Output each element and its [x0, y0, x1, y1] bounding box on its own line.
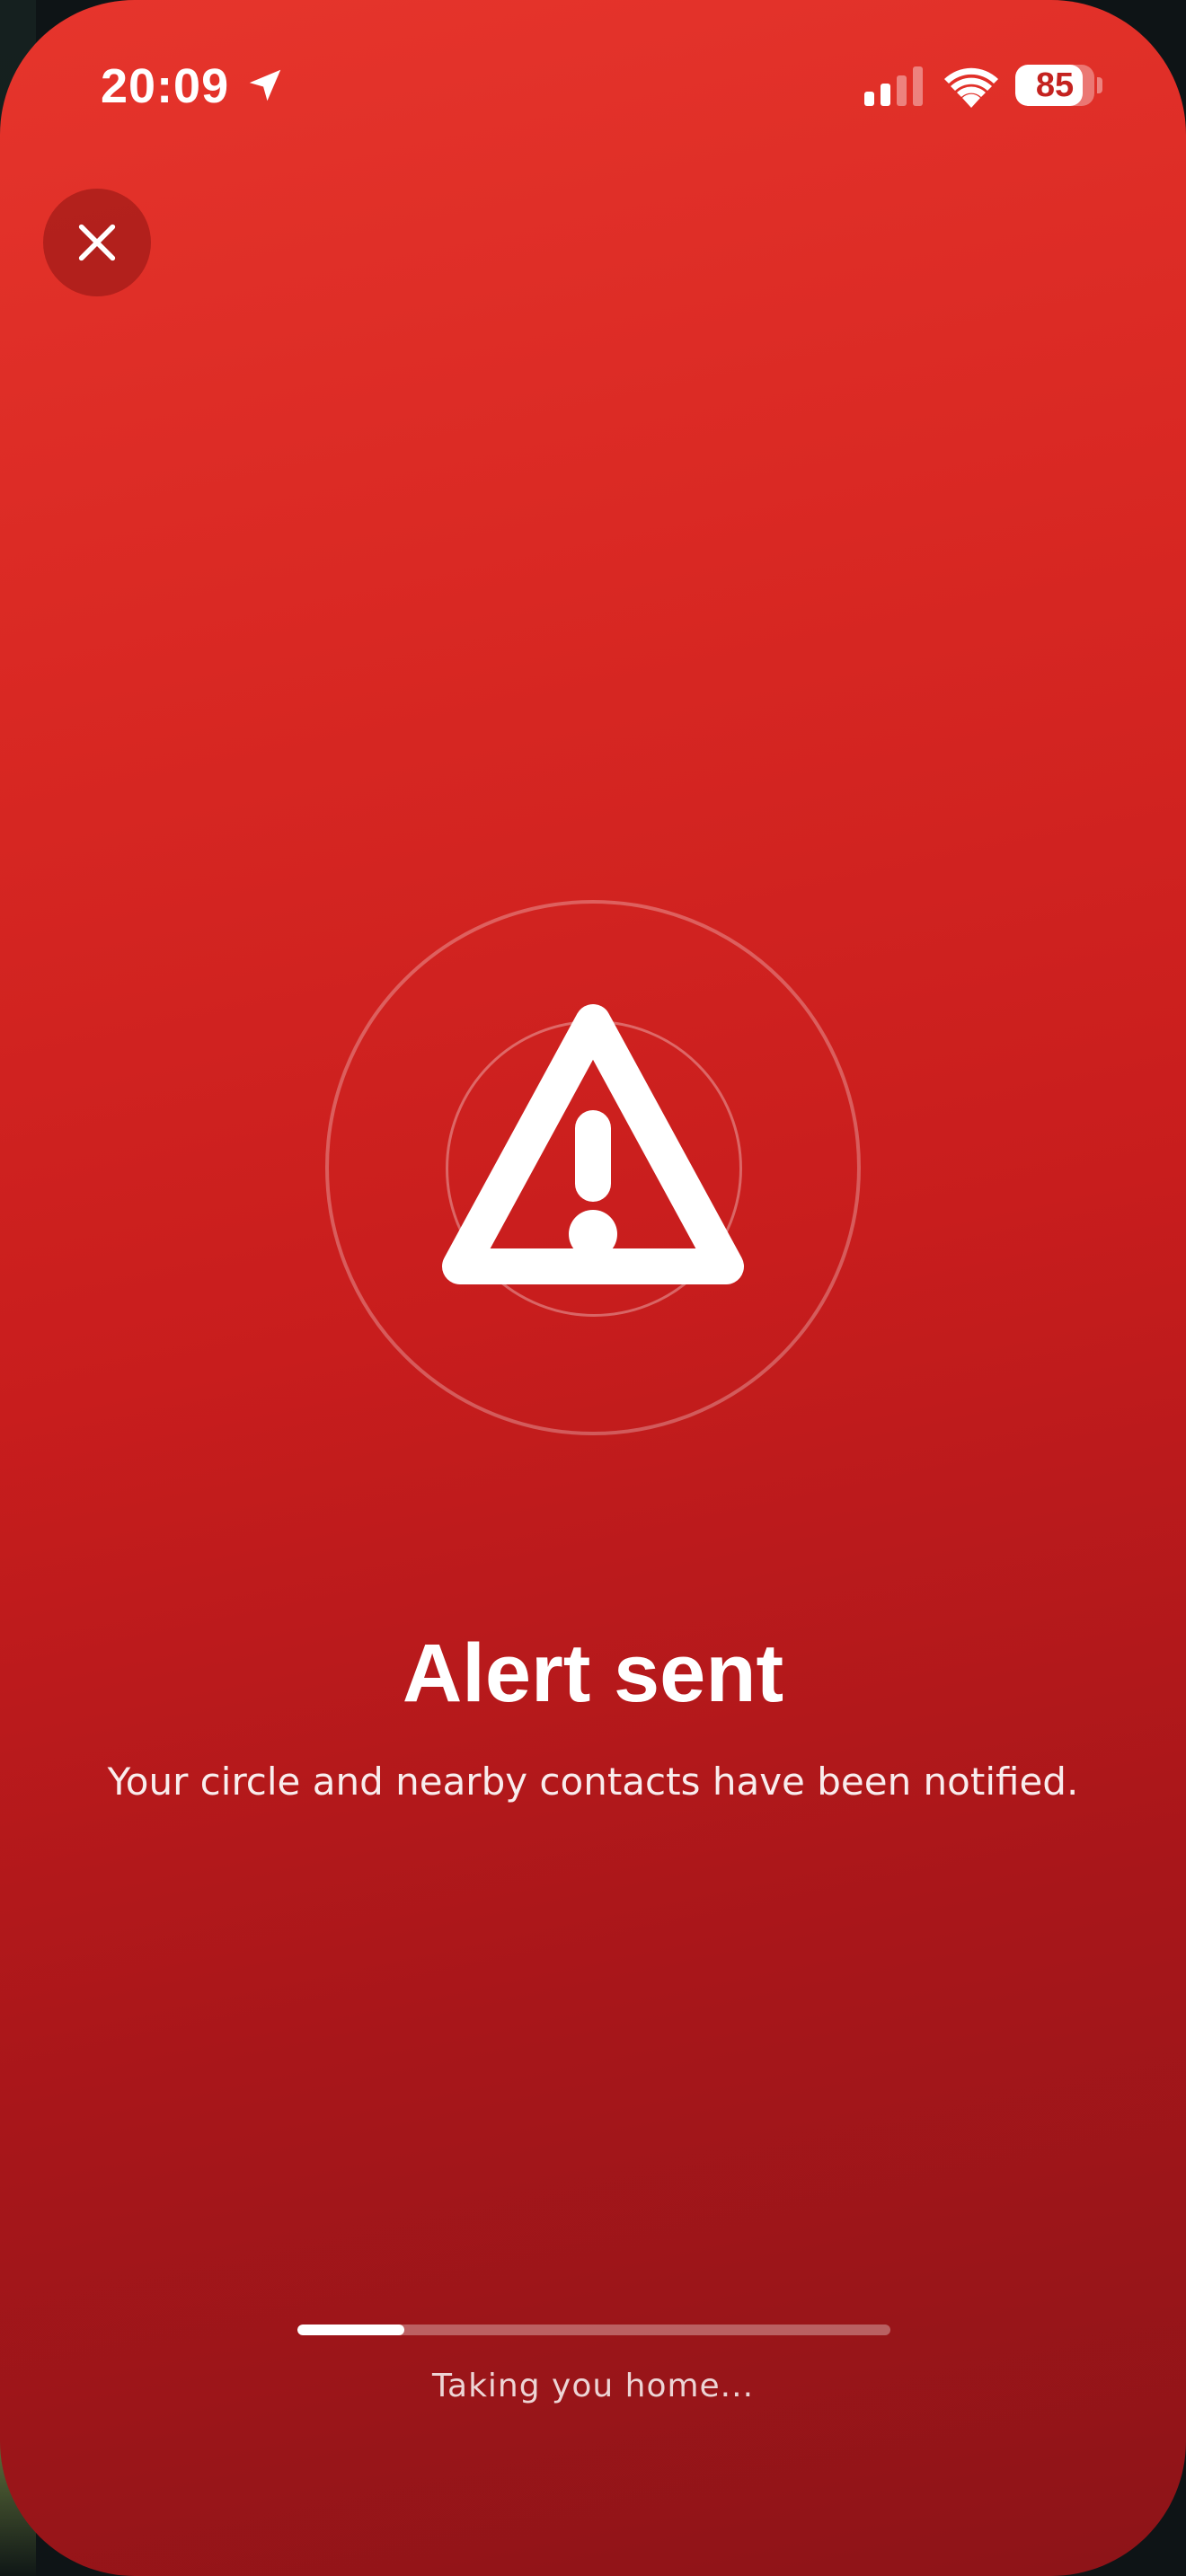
progress-bar	[297, 2325, 890, 2335]
close-icon	[78, 224, 116, 261]
close-button[interactable]	[43, 189, 151, 296]
battery-level: 85	[1035, 66, 1075, 104]
battery-indicator: 85	[1015, 65, 1102, 106]
warning-triangle-icon	[442, 1004, 744, 1284]
cellular-signal-icon	[864, 66, 923, 106]
progress-label: Taking you home...	[431, 2368, 755, 2404]
battery-tip	[1097, 77, 1102, 93]
progress-fill	[297, 2325, 404, 2335]
alert-title: Alert sent	[402, 1628, 784, 1719]
alert-sent-screen: 20:09 85 Alert sent Your circle and near…	[0, 0, 1186, 2576]
alert-message: Your circle and nearby contacts have bee…	[107, 1760, 1079, 1804]
battery-icon: 85	[1015, 65, 1094, 106]
wifi-icon	[944, 67, 998, 108]
location-arrow-icon	[249, 69, 281, 101]
status-time: 20:09	[101, 59, 230, 113]
